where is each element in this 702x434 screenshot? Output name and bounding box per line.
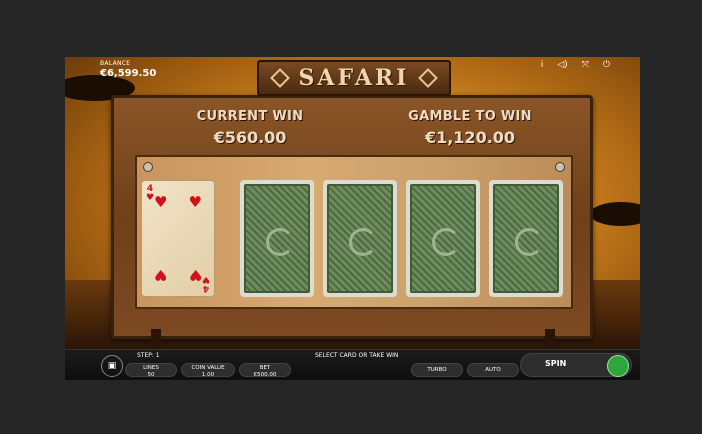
card-back-emblem-icon bbox=[349, 227, 377, 256]
card-corner-top: 4 ♥ bbox=[146, 185, 154, 203]
status-message: SELECT CARD OR TAKE WIN bbox=[315, 352, 399, 359]
gamble-to-win-value: €1,120.00 bbox=[424, 128, 516, 147]
gamble-to-win: GAMBLE TO WIN €1,120.00 bbox=[395, 109, 545, 147]
heart-pip-icon: ♥ bbox=[188, 266, 202, 284]
power-icon[interactable]: ⏻ bbox=[603, 60, 610, 70]
nail-top-right bbox=[555, 162, 565, 172]
balance: BALANCE €6,599.50 bbox=[100, 60, 156, 79]
coin-value-selector[interactable]: COIN VALUE 1.00 bbox=[181, 363, 235, 378]
board-post-right bbox=[545, 329, 555, 351]
balance-value: €6,599.50 bbox=[100, 68, 157, 79]
auto-button[interactable]: AUTO bbox=[467, 363, 519, 377]
card-back-emblem-icon bbox=[266, 227, 294, 256]
coin-value-value: 1.00 bbox=[201, 371, 215, 378]
card-back-pattern bbox=[327, 184, 393, 293]
logo-title: SAFARI bbox=[298, 65, 410, 91]
card-suit: ♥ bbox=[146, 193, 155, 203]
hidden-card-3[interactable] bbox=[406, 180, 480, 297]
hidden-card-1[interactable] bbox=[240, 180, 314, 297]
card-rank-bottom: 4 bbox=[202, 283, 210, 293]
game-screen: BALANCE €6,599.50 ⅰ ◁) ⤧ ⏻ SAFARI CURREN… bbox=[65, 57, 640, 380]
gamble-to-win-label: GAMBLE TO WIN bbox=[408, 109, 532, 124]
sound-icon[interactable]: ◁) bbox=[557, 60, 567, 70]
coin-value-label: COIN VALUE bbox=[191, 365, 225, 371]
bottom-control-bar: ▣ STEP: 1 SELECT CARD OR TAKE WIN LINES … bbox=[65, 349, 640, 380]
turbo-button[interactable]: TURBO bbox=[411, 363, 463, 377]
fullscreen-icon[interactable]: ⤧ bbox=[582, 60, 589, 70]
spin-label: SPIN bbox=[545, 359, 567, 368]
card-back-emblem-icon bbox=[515, 227, 543, 256]
top-icons: ⅰ ◁) ⤧ ⏻ bbox=[541, 60, 610, 70]
current-win-label: CURRENT WIN bbox=[196, 109, 304, 124]
logo-right-diamond-icon bbox=[418, 68, 439, 88]
nail-top-left bbox=[143, 162, 153, 172]
info-icon[interactable]: ⅰ bbox=[541, 60, 544, 70]
heart-pip-icon: ♥ bbox=[154, 266, 168, 284]
lines-label: LINES bbox=[143, 365, 159, 371]
hidden-card-4[interactable] bbox=[489, 180, 563, 297]
lines-value: 50 bbox=[147, 371, 155, 378]
step-label: STEP: 1 bbox=[137, 352, 160, 359]
dealer-card: 4 ♥ 4 ♥ ♥ ♥ ♥ ♥ bbox=[141, 180, 215, 297]
logo-left-diamond-icon bbox=[269, 68, 290, 88]
heart-pip-icon: ♥ bbox=[188, 193, 202, 211]
current-win: CURRENT WIN €560.00 bbox=[185, 109, 315, 147]
card-back-pattern bbox=[410, 184, 476, 293]
take-win-icon[interactable] bbox=[607, 355, 629, 377]
current-win-value: €560.00 bbox=[213, 128, 287, 147]
spin-button[interactable]: SPIN bbox=[520, 353, 632, 377]
card-corner-bottom: 4 ♥ bbox=[201, 274, 210, 293]
board-post-left bbox=[151, 329, 161, 351]
card-back-emblem-icon bbox=[432, 227, 460, 256]
balance-label: BALANCE bbox=[100, 60, 131, 67]
card-back-pattern bbox=[244, 184, 310, 293]
hidden-card-2[interactable] bbox=[323, 180, 397, 297]
safari-logo: SAFARI bbox=[257, 60, 451, 96]
paytable-button[interactable]: ▣ bbox=[101, 355, 123, 377]
card-back-pattern bbox=[493, 184, 559, 293]
heart-pip-icon: ♥ bbox=[154, 193, 168, 211]
card-suit-bottom: ♥ bbox=[201, 274, 210, 284]
acacia-tree-right bbox=[590, 202, 640, 226]
bet-value: €500.00 bbox=[253, 371, 277, 378]
bet-selector[interactable]: BET €500.00 bbox=[239, 363, 291, 378]
bet-label: BET bbox=[259, 365, 271, 371]
lines-selector[interactable]: LINES 50 bbox=[125, 363, 177, 378]
